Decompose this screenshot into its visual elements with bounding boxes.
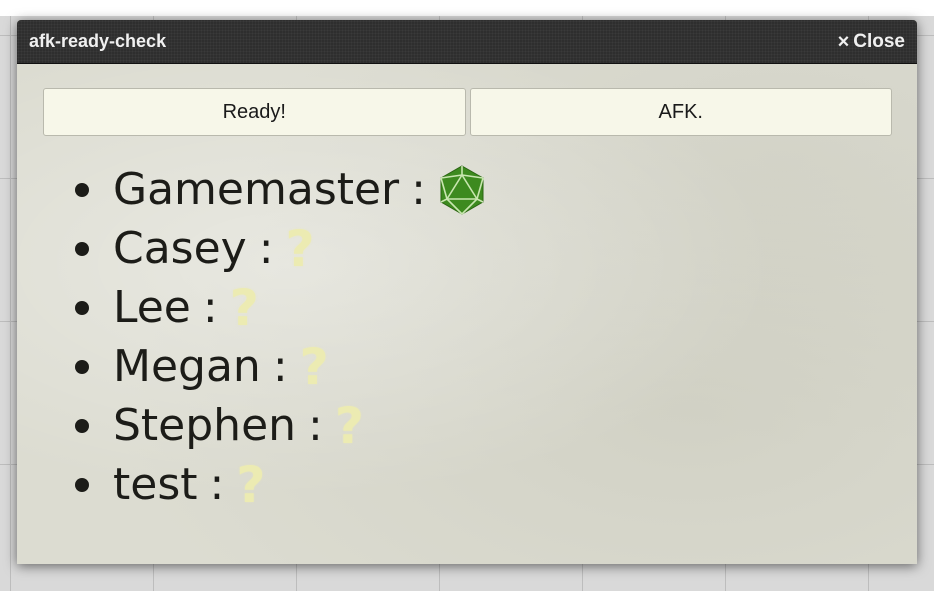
bullet — [75, 418, 89, 433]
dialog-title: afk-ready-check — [29, 31, 167, 51]
player-list: Gamemaster : Casey: ? Lee: ? Megan: ?… — [75, 160, 486, 514]
list-item: Megan : ? — [75, 337, 486, 396]
list-item: test : ? — [75, 455, 486, 514]
list-item: Lee : ? — [75, 278, 486, 337]
close-icon: × — [837, 30, 850, 53]
separator: : — [308, 400, 323, 451]
player-name: test — [113, 459, 198, 510]
separator: : — [258, 223, 274, 274]
list-item: Gamemaster : — [75, 160, 486, 219]
question-mark-icon: ? — [285, 219, 315, 278]
canvas-top-strip — [0, 0, 934, 16]
afk-ready-check-dialog: afk-ready-check × Close Ready! AFK. Game… — [17, 20, 917, 564]
question-mark-icon: ? — [334, 396, 364, 455]
player-name: Lee — [113, 282, 191, 333]
ready-button[interactable]: Ready! — [43, 88, 466, 136]
list-item: Casey : ? — [75, 219, 486, 278]
bullet — [75, 359, 89, 374]
dialog-content: Ready! AFK. Gamemaster : Casey: ? Lee:… — [17, 64, 917, 564]
question-mark-icon: ? — [229, 278, 259, 337]
player-name: Megan — [113, 341, 261, 392]
bullet — [75, 300, 89, 315]
close-button[interactable]: × Close — [838, 31, 905, 53]
afk-button[interactable]: AFK. — [469, 88, 892, 136]
question-mark-icon: ? — [236, 455, 266, 514]
separator: : — [202, 282, 218, 333]
player-name: Gamemaster — [113, 164, 400, 215]
close-label: Close — [853, 30, 905, 52]
dialog-titlebar[interactable]: afk-ready-check × Close — [17, 20, 917, 64]
bullet — [75, 241, 89, 256]
d20-icon — [438, 164, 486, 215]
bullet — [75, 477, 89, 492]
separator: : — [411, 164, 426, 215]
separator: : — [272, 341, 288, 392]
list-item: Stephen : ? — [75, 396, 486, 455]
player-name: Stephen — [113, 400, 297, 451]
separator: : — [209, 459, 225, 510]
bullet — [75, 182, 89, 197]
status-buttons: Ready! AFK. — [43, 88, 892, 136]
player-name: Casey — [113, 223, 247, 274]
question-mark-icon: ? — [299, 337, 329, 396]
